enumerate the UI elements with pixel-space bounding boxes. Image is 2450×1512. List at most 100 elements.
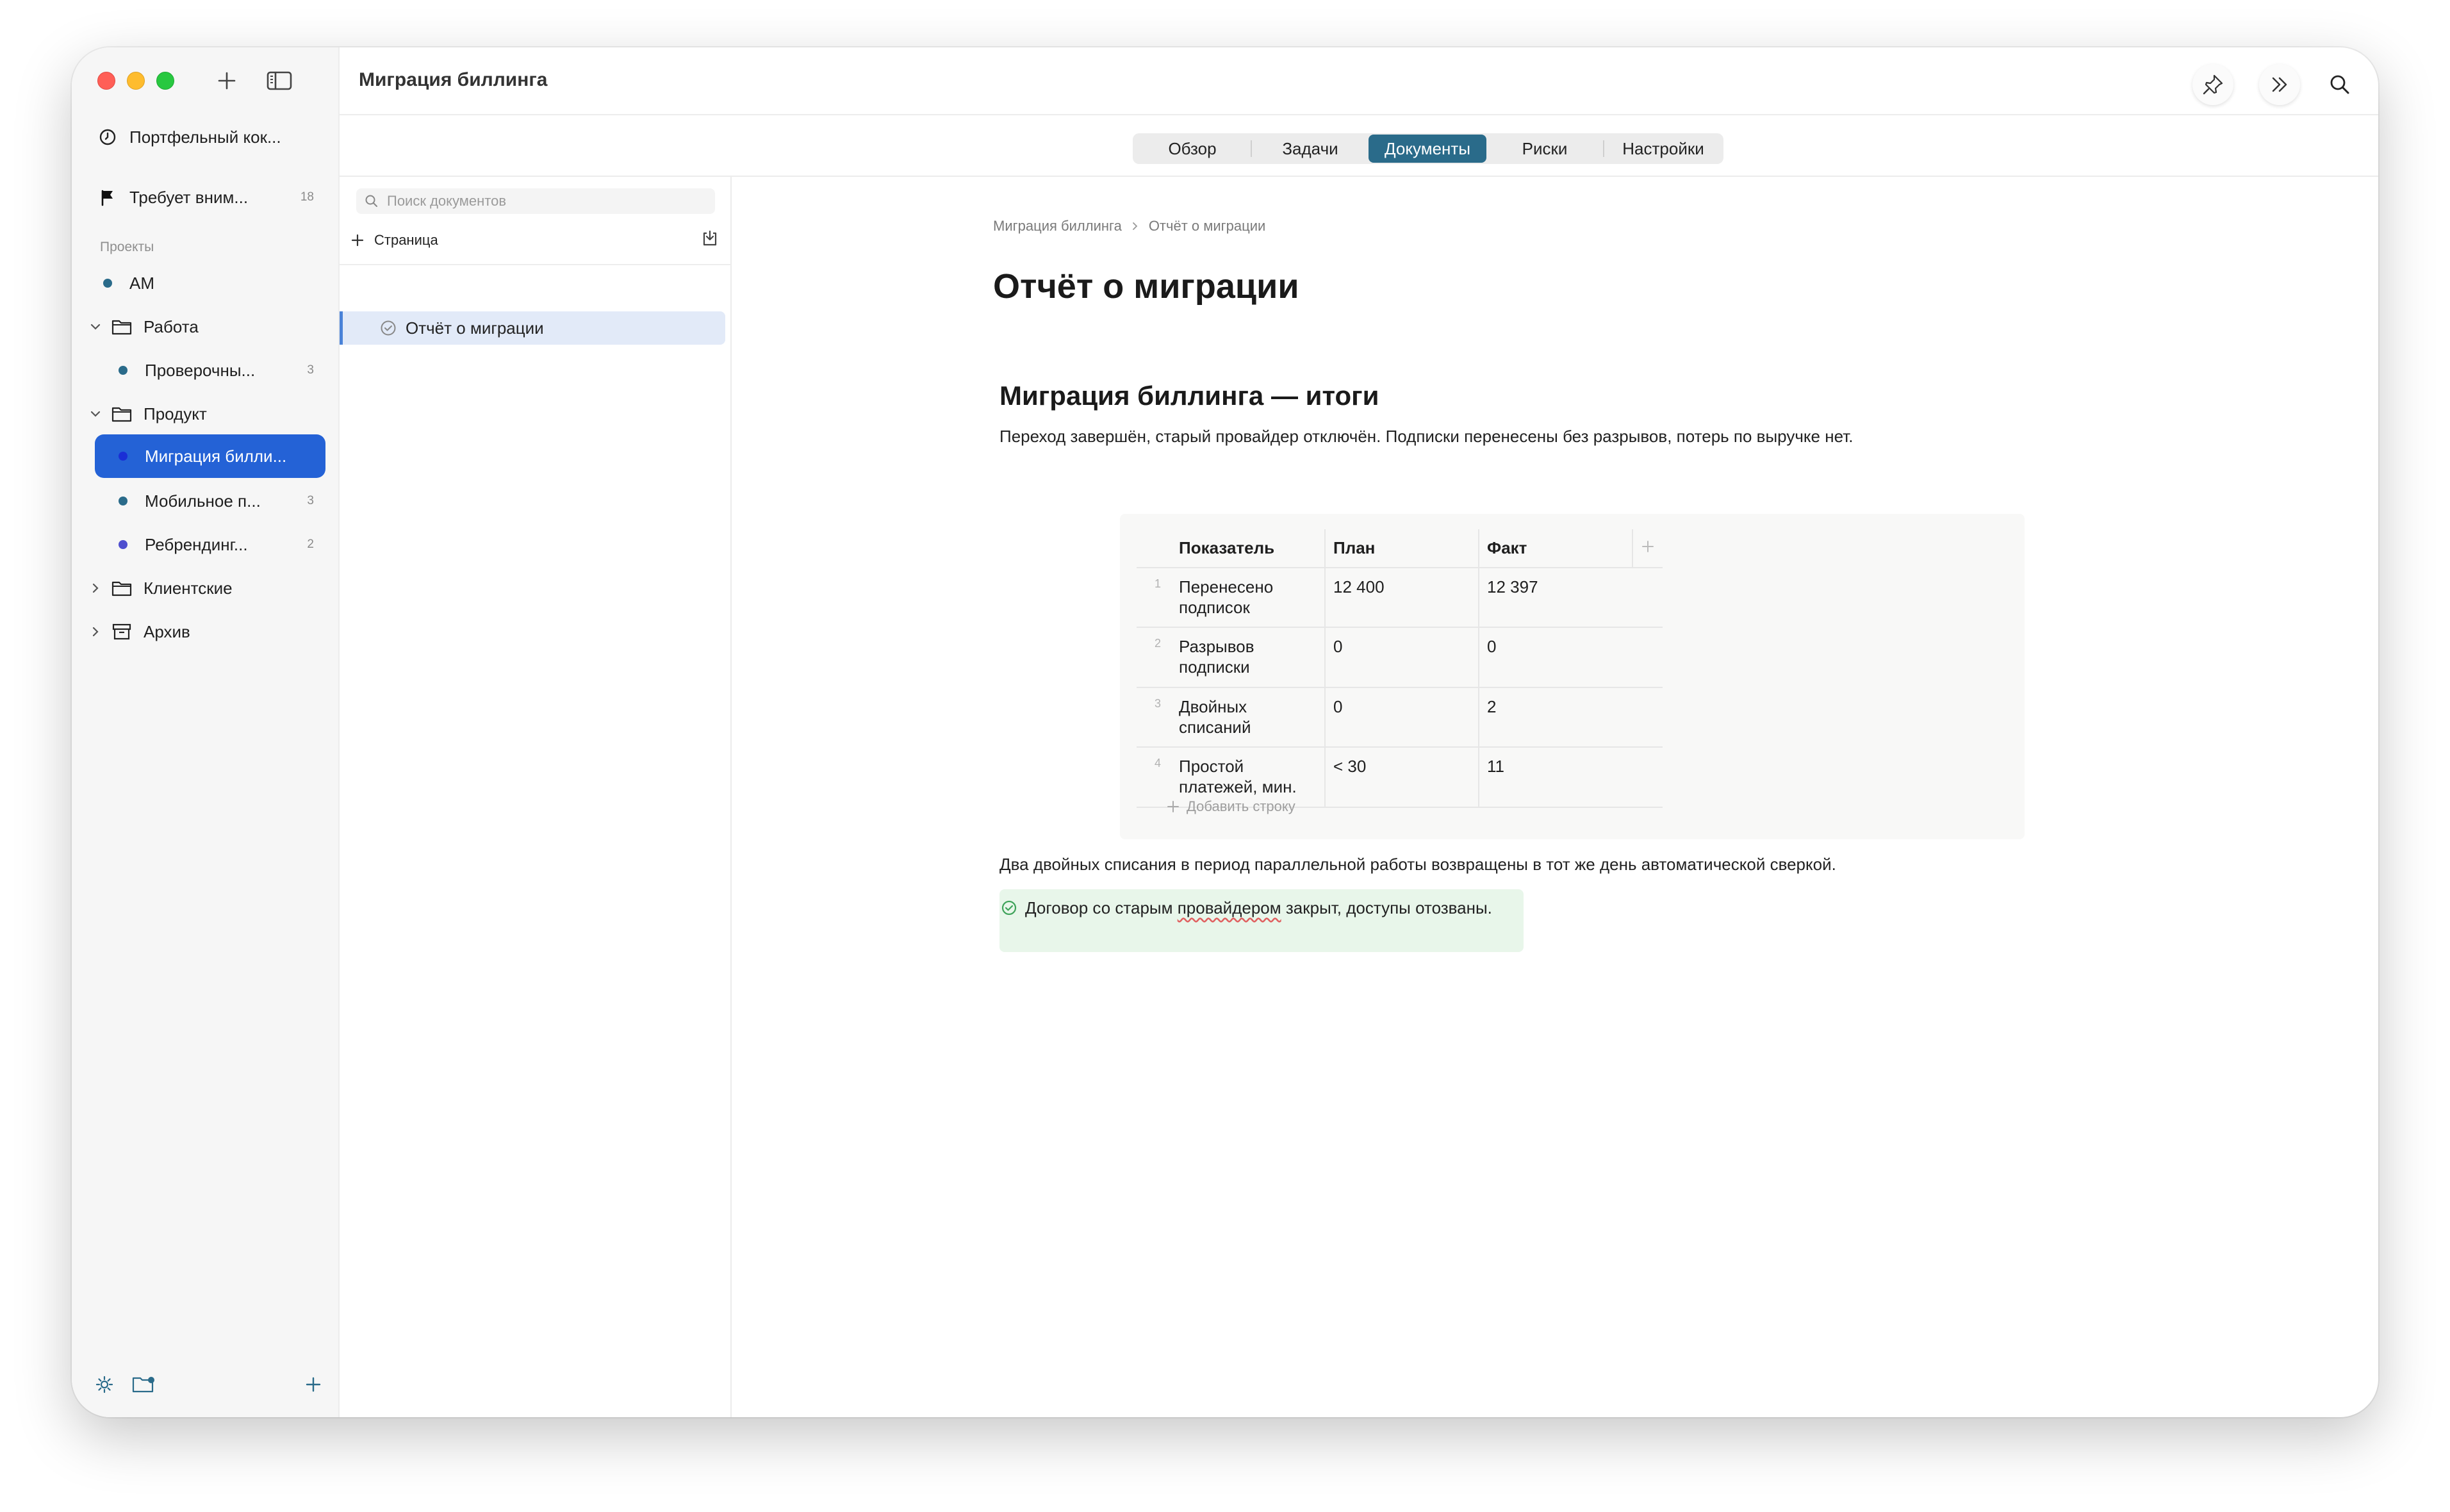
table-cell[interactable]: 2 xyxy=(1478,686,1632,748)
sidebar-item-rebranding[interactable]: Ребрендинг... 2 xyxy=(110,523,327,566)
callout-text: Договор со старым xyxy=(1025,898,1178,917)
chevron-down-icon[interactable] xyxy=(87,318,104,335)
flag-icon xyxy=(95,185,120,210)
document-search-input[interactable] xyxy=(387,193,695,210)
table-cell[interactable]: 11 xyxy=(1478,746,1632,807)
close-window-button[interactable] xyxy=(97,72,115,90)
row-number: 1 xyxy=(1137,566,1171,628)
summary-paragraph[interactable]: Два двойных списания в период параллельн… xyxy=(999,855,1836,875)
add-project-plus-icon[interactable] xyxy=(304,1375,323,1397)
column-header[interactable]: План xyxy=(1324,529,1479,568)
table-cell[interactable]: 0 xyxy=(1324,627,1479,687)
sidebar: Портфельный кок... Требует вним... 18 Пр… xyxy=(72,47,340,1417)
plus-icon xyxy=(1642,541,1654,552)
document-list-item[interactable]: Отчёт о миграции xyxy=(340,311,725,345)
breadcrumb-item[interactable]: Отчёт о миграции xyxy=(1149,218,1266,234)
new-folder-icon[interactable] xyxy=(132,1375,156,1397)
add-page-button[interactable]: Страница xyxy=(350,232,438,249)
sidebar-item-mobile[interactable]: Мобильное п... 3 xyxy=(110,479,327,523)
sidebar-item-count: 3 xyxy=(307,363,314,377)
tab-documents[interactable]: Документы xyxy=(1369,135,1486,163)
folder-icon xyxy=(109,575,135,601)
callout-block[interactable]: Договор со старым провайдером закрыт, до… xyxy=(999,889,1524,952)
table-block: Показатель План Факт 1 Перенесено подпис… xyxy=(1120,514,2025,839)
add-column-button[interactable] xyxy=(1632,529,1663,568)
sidebar-item-label: AM xyxy=(129,273,154,293)
zoom-window-button[interactable] xyxy=(156,72,174,90)
section-heading[interactable]: Миграция биллинга — итоги xyxy=(999,381,1379,411)
row-number-header xyxy=(1137,529,1171,568)
pin-button[interactable] xyxy=(2192,64,2233,105)
project-dot-icon xyxy=(110,532,136,557)
breadcrumb-item[interactable]: Миграция биллинга xyxy=(993,218,1122,234)
import-icon xyxy=(703,230,717,246)
table-cell[interactable]: 0 xyxy=(1478,627,1632,687)
table-cell[interactable]: 0 xyxy=(1324,686,1479,748)
misspelled-word[interactable]: провайдером xyxy=(1178,898,1281,917)
sidebar-toggle-icon xyxy=(267,71,292,90)
table-cell[interactable]: Двойных списаний xyxy=(1171,686,1325,748)
tab-risks[interactable]: Риски xyxy=(1486,135,1603,163)
tabs-bar: Обзор Задачи Документы Риски Настройки xyxy=(340,115,2378,177)
sidebar-item-label: Продукт xyxy=(144,404,207,423)
tab-tasks[interactable]: Задачи xyxy=(1252,135,1369,163)
table-header-row: Показатель План Факт xyxy=(1137,529,1663,568)
sidebar-item-label: Миграция билли... xyxy=(145,446,287,466)
sidebar-folder-archive[interactable]: Архив xyxy=(87,610,319,653)
sidebar-item-label: Работа xyxy=(144,316,199,336)
document-list-item-label: Отчёт о миграции xyxy=(406,318,544,338)
tab-settings[interactable]: Настройки xyxy=(1604,135,1722,163)
project-dot-icon xyxy=(110,357,136,383)
table-row: 1 Перенесено подписок 12 400 12 397 xyxy=(1137,566,1663,628)
add-row-label: Добавить строку xyxy=(1187,798,1295,814)
documents-panel: Страница Отчёт о миграции xyxy=(340,177,732,1417)
column-header[interactable]: Показатель xyxy=(1171,529,1325,568)
import-button[interactable] xyxy=(701,229,719,251)
document-search xyxy=(356,188,715,214)
pin-icon xyxy=(2203,74,2223,95)
settings-gear-icon[interactable] xyxy=(95,1375,114,1397)
table-row: 2 Разрывов подписки 0 0 xyxy=(1137,627,1663,687)
toolbar: Миграция биллинга xyxy=(340,47,2378,115)
table-cell[interactable]: Разрывов подписки xyxy=(1171,627,1325,687)
chevron-down-icon[interactable] xyxy=(87,406,104,422)
breadcrumb: Миграция биллинга Отчёт о миграции xyxy=(993,218,1265,234)
metrics-table: Показатель План Факт 1 Перенесено подпис… xyxy=(1137,529,1663,809)
intro-paragraph[interactable]: Переход завершён, старый провайдер отклю… xyxy=(999,427,1853,447)
sidebar-item-billing-migration[interactable]: Миграция билли... xyxy=(95,434,325,478)
search-button[interactable] xyxy=(2319,64,2360,105)
forward-button[interactable] xyxy=(2259,64,2300,105)
column-header[interactable]: Факт xyxy=(1478,529,1632,568)
sidebar-item-portfolio[interactable]: Портфельный кок... xyxy=(95,115,327,159)
tab-overview[interactable]: Обзор xyxy=(1134,135,1251,163)
search-icon xyxy=(365,195,377,207)
sidebar-folder-product[interactable]: Продукт xyxy=(87,392,319,436)
table-cell[interactable]: Перенесено подписок xyxy=(1171,566,1325,628)
toggle-sidebar-button[interactable] xyxy=(265,67,293,95)
sidebar-folder-clients[interactable]: Клиентские xyxy=(87,566,319,610)
table-cell[interactable]: 12 397 xyxy=(1478,566,1632,628)
chevron-right-icon[interactable] xyxy=(87,623,104,640)
sidebar-item-label: Портфельный кок... xyxy=(129,127,281,147)
minimize-window-button[interactable] xyxy=(127,72,145,90)
new-item-button[interactable] xyxy=(213,67,241,95)
sidebar-item-checks[interactable]: Проверочны... 3 xyxy=(110,349,327,392)
sidebar-item-count: 2 xyxy=(307,538,314,551)
chevron-right-icon[interactable] xyxy=(87,580,104,596)
sidebar-item-attention[interactable]: Требует вним... 18 xyxy=(95,176,327,219)
sidebar-item-count: 18 xyxy=(300,190,314,204)
sidebar-item-label: Ребрендинг... xyxy=(145,534,248,554)
add-page-row: Страница xyxy=(350,226,721,255)
sidebar-folder-work[interactable]: Работа xyxy=(87,305,319,349)
check-circle-icon xyxy=(999,898,1019,917)
sidebar-item-am[interactable]: AM xyxy=(95,261,327,305)
plus-icon xyxy=(1167,801,1179,812)
sidebar-item-count: 3 xyxy=(307,494,314,507)
check-circle-icon xyxy=(380,320,397,341)
table-cell[interactable]: 12 400 xyxy=(1324,566,1479,628)
add-page-label: Страница xyxy=(374,232,438,248)
table-cell[interactable]: < 30 xyxy=(1324,746,1479,807)
add-row-button[interactable]: Добавить строку xyxy=(1166,798,1295,815)
sidebar-item-label: Требует вним... xyxy=(129,187,249,207)
page-title[interactable]: Отчёт о миграции xyxy=(993,267,1299,306)
